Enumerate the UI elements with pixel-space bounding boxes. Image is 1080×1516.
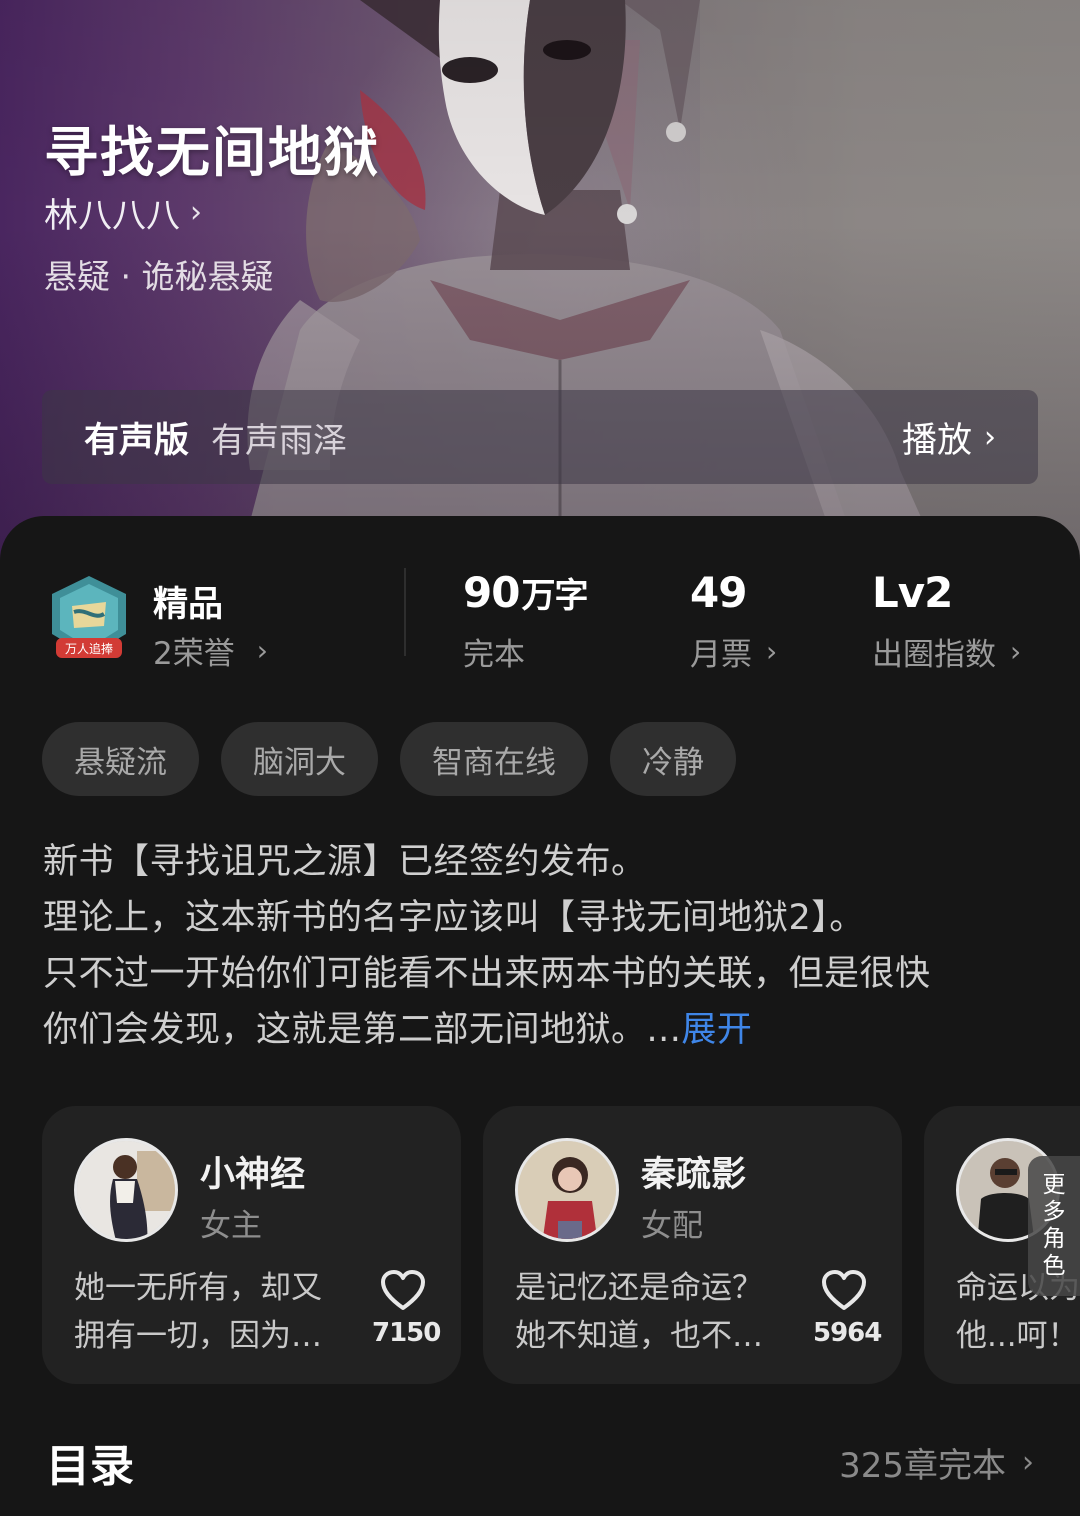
like-count: 5964	[813, 1318, 882, 1348]
chevron-right-icon: ›	[984, 419, 996, 455]
chevron-right-icon: ›	[190, 195, 202, 230]
character-carousel[interactable]: 小神经 女主 她一无所有，却又 拥有一切，因为… 7150 秦疏影 女配 是记忆…	[42, 1106, 1080, 1386]
monthly-tickets-label: 月票	[690, 637, 752, 673]
expand-synopsis-link[interactable]: 展开	[681, 1010, 752, 1050]
book-cover-hero: 寻找无间地狱 林八八八 › 悬疑 · 诡秘悬疑 有声版 有声雨泽 播放 ›	[0, 0, 1080, 560]
chevron-right-icon: ›	[256, 634, 268, 667]
synopsis-line: 你们会发现，这就是第二部无间地狱。...	[43, 1010, 682, 1050]
heart-icon	[381, 1270, 425, 1310]
word-count-value: 90	[463, 568, 520, 617]
author-name: 林八八八	[44, 196, 180, 236]
table-of-contents-link[interactable]: 325章完本 ›	[839, 1438, 1034, 1487]
audio-version-label: 有声版	[84, 420, 190, 461]
word-count-unit: 万字	[521, 576, 588, 616]
play-audio-button[interactable]: 播放 ›	[902, 412, 996, 463]
monthly-tickets-value: 49	[690, 568, 747, 617]
tag-chip[interactable]: 智商在线	[400, 722, 588, 796]
character-card[interactable]: 小神经 女主 她一无所有，却又 拥有一切，因为… 7150	[42, 1106, 461, 1384]
chevron-right-icon: ›	[1022, 1445, 1034, 1480]
character-card[interactable]: 秦疏影 女配 是记忆还是命运？ 她不知道，也不… 5964	[483, 1106, 902, 1384]
tag-chip[interactable]: 冷静	[610, 722, 736, 796]
like-count: 7150	[372, 1318, 441, 1348]
more-characters-button[interactable]: 更 多 角 色	[1028, 1156, 1080, 1296]
tag-list: 悬疑流 脑洞大 智商在线 冷静	[42, 722, 736, 796]
more-characters-char: 角	[1042, 1226, 1066, 1252]
chapter-count: 325章完本	[839, 1446, 1006, 1486]
completion-status: 完本	[463, 637, 525, 673]
popularity-index-label: 出圈指数	[872, 637, 996, 673]
more-characters-char: 色	[1042, 1253, 1066, 1279]
description-line: 她不知道，也不…	[515, 1318, 763, 1354]
like-button[interactable]: 7150	[372, 1268, 441, 1348]
synopsis: 新书【寻找诅咒之源】已经签约发布。 理论上，这本新书的名字应该叫【寻找无间地狱2…	[43, 834, 1043, 1058]
audio-narrator: 有声雨泽	[211, 420, 348, 461]
premium-label: 精品	[153, 585, 224, 625]
table-of-contents-title: 目录	[46, 1441, 134, 1492]
tag-chip[interactable]: 悬疑流	[42, 722, 199, 796]
author-link[interactable]: 林八八八 ›	[44, 188, 202, 237]
heart-icon	[822, 1270, 866, 1310]
honor-link[interactable]: 2荣誉 ›	[153, 628, 268, 673]
tag-chip[interactable]: 脑洞大	[221, 722, 378, 796]
more-characters-char: 更	[1042, 1172, 1066, 1198]
character-description: 是记忆还是命运？ 她不知道，也不…	[515, 1264, 785, 1360]
honor-count: 2荣誉	[153, 636, 235, 672]
audio-version-bar[interactable]: 有声版 有声雨泽 播放 ›	[42, 390, 1038, 484]
synopsis-line: 理论上，这本新书的名字应该叫【寻找无间地狱2】。	[43, 898, 865, 938]
genre-label: 悬疑 · 诡秘悬疑	[44, 257, 274, 296]
stats-divider	[404, 568, 406, 656]
monthly-tickets-stat[interactable]: 49 月票 ›	[690, 568, 777, 674]
description-line: 她一无所有，却又	[74, 1270, 322, 1306]
like-button[interactable]: 5964	[813, 1268, 882, 1348]
chevron-right-icon: ›	[1010, 635, 1022, 668]
synopsis-line: 新书【寻找诅咒之源】已经签约发布。	[43, 842, 647, 882]
character-name: 秦疏影	[641, 1155, 747, 1195]
book-title: 寻找无间地狱	[44, 120, 380, 184]
description-line: 是记忆还是命运？	[515, 1270, 763, 1306]
description-line: 他...呵！	[956, 1318, 1079, 1354]
character-role: 女主	[200, 1208, 262, 1244]
play-label: 播放	[901, 420, 972, 461]
book-detail-panel: 万人追捧 精品 2荣誉 › 90万字 完本 49 月票 › Lv2 出圈指数 ›	[0, 516, 1080, 1516]
character-avatar	[74, 1138, 178, 1242]
character-role: 女配	[641, 1208, 703, 1244]
stats-row: 万人追捧 精品 2荣誉 › 90万字 完本 49 月票 › Lv2 出圈指数 ›	[0, 568, 1080, 692]
chevron-right-icon: ›	[766, 635, 778, 668]
popularity-index-stat[interactable]: Lv2 出圈指数 ›	[872, 568, 1021, 674]
synopsis-line: 只不过一开始你们可能看不出来两本书的关联，但是很快	[43, 954, 931, 994]
word-count-stat: 90万字 完本	[463, 568, 588, 674]
badge-text: 万人追捧	[65, 641, 113, 656]
description-line: 拥有一切，因为…	[74, 1318, 322, 1354]
character-avatar	[515, 1138, 619, 1242]
more-characters-char: 多	[1042, 1199, 1066, 1225]
popularity-level-value: Lv2	[872, 568, 953, 617]
character-description: 她一无所有，却又 拥有一切，因为…	[74, 1264, 344, 1360]
premium-badge-icon[interactable]: 万人追捧	[44, 572, 134, 668]
character-name: 小神经	[200, 1155, 306, 1195]
